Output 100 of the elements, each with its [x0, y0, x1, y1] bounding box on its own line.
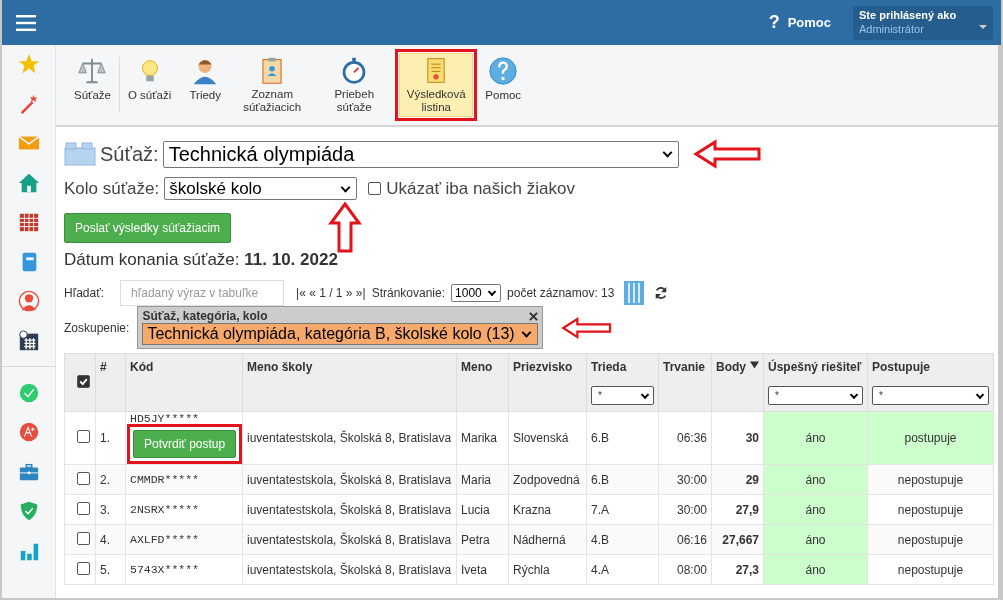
toolbar-button[interactable]: Zoznam súťažiacich: [235, 53, 310, 117]
record-count: počet záznamov: 13: [507, 286, 615, 300]
table-cell: 06:36: [658, 411, 712, 465]
search-field[interactable]: hľadaný výraz v tabuľke: [120, 280, 285, 306]
column-header[interactable]: #: [100, 360, 107, 374]
filter-select[interactable]: *: [872, 386, 989, 405]
toolbar-button[interactable]: Súťaže: [70, 53, 115, 117]
table-cell: iuventatestskola, Školská 8, Bratislava: [242, 411, 457, 465]
table-cell: áno: [763, 464, 868, 495]
table-cell: 29: [711, 464, 764, 495]
code-text: CMMDR*****: [130, 472, 200, 487]
table-cell: iuventatestskola, Školská 8, Bratislava: [242, 494, 457, 525]
user-menu[interactable]: Ste prihlásený ako Administrátor: [853, 5, 993, 40]
table-cell: 30:00: [658, 464, 712, 495]
help-link[interactable]: ? Pomoc: [768, 12, 831, 33]
code-text: AXLFD*****: [130, 532, 200, 547]
round-label: Kolo súťaže:: [64, 178, 160, 199]
person-icon[interactable]: [17, 290, 40, 312]
table-cell: Marika: [456, 411, 509, 465]
code-text: HD5JY*****: [130, 412, 200, 426]
column-header[interactable]: Úspešný riešiteľ: [768, 360, 862, 374]
checkbox-label: Ukázať iba našich žiakov: [386, 178, 575, 199]
paging-label: Stránkovanie:: [371, 286, 446, 300]
filter-select[interactable]: *: [591, 386, 654, 405]
table-cell: 30: [711, 411, 764, 465]
table-cell: 1.: [95, 411, 126, 465]
table-cell: 7.A: [586, 494, 659, 525]
grid-icon[interactable]: [17, 211, 40, 233]
table-cell: 4.B: [586, 524, 659, 555]
pager-nav[interactable]: |« « 1 / 1 » »|: [296, 286, 366, 300]
table-cell: 5.: [95, 554, 126, 585]
code-text: 5743X*****: [130, 562, 200, 577]
grade-icon[interactable]: [17, 421, 40, 443]
table-cell: áno: [763, 554, 868, 585]
competition-date: Dátum konania súťaže: 11. 10. 2022: [64, 250, 339, 270]
column-header[interactable]: Priezvisko: [513, 360, 573, 374]
select-all-checkbox[interactable]: [76, 374, 90, 388]
column-header[interactable]: Body: [716, 360, 746, 374]
toolbar-button[interactable]: O súťaži: [123, 53, 176, 117]
checkbox[interactable]: [368, 182, 382, 195]
column-header[interactable]: Trieda: [591, 360, 627, 374]
table-cell: nepostupuje: [867, 554, 994, 585]
search-label: Hľadať:: [64, 286, 105, 300]
table-cell: áno: [763, 494, 868, 525]
table-cell: Nádherná: [508, 524, 587, 555]
close-icon[interactable]: [528, 311, 538, 321]
table-cell: Rýchla: [508, 554, 587, 585]
table-cell: 3.: [95, 494, 126, 525]
toolbar-button[interactable]: Priebeh súťaže: [317, 53, 392, 117]
calendar-icon[interactable]: [17, 329, 40, 352]
table-cell: áno: [763, 411, 868, 465]
star-icon[interactable]: [17, 53, 40, 75]
table-cell: iuventatestskola, Školská 8, Bratislava: [242, 524, 457, 555]
table-cell: nepostupuje: [867, 494, 994, 525]
table-cell: iuventatestskola, Školská 8, Bratislava: [242, 554, 457, 585]
table-cell: iuventatestskola, Školská 8, Bratislava: [242, 464, 457, 495]
table-cell: Zodpovedná: [508, 464, 587, 495]
menu-icon[interactable]: [16, 14, 36, 31]
scales-icon: [77, 56, 108, 86]
competition-select[interactable]: Technická olympiáda: [162, 140, 679, 168]
sort-icon[interactable]: [750, 361, 759, 369]
column-header[interactable]: Postupuje: [872, 360, 930, 374]
grouping-select[interactable]: Technická olympiáda, kategória B, školské kolo (13): [142, 323, 538, 345]
table-cell: nepostupuje: [867, 464, 994, 495]
grouping-caption: Súťaž, kategória, kolo: [142, 309, 268, 323]
table-cell: 6.B: [586, 411, 659, 465]
column-header[interactable]: Meno školy: [247, 360, 313, 374]
table-cell: Slovenská: [508, 411, 587, 465]
table-cell: áno: [763, 524, 868, 555]
filter-select[interactable]: *: [768, 386, 863, 405]
column-header[interactable]: Trvanie: [663, 360, 706, 374]
grouping-label: Zoskupenie:: [64, 320, 130, 335]
toolbar-button[interactable]: Triedy: [183, 53, 228, 117]
column-header[interactable]: Meno: [461, 360, 493, 374]
home-icon[interactable]: [17, 171, 40, 194]
row-checkbox[interactable]: [76, 531, 90, 545]
table-cell: 27,667: [711, 524, 764, 555]
code-text: 2NSRX*****: [130, 502, 200, 517]
folder-icon: [64, 142, 96, 166]
table-cell: Petra: [456, 524, 509, 555]
table-cell: 08:00: [658, 554, 712, 585]
toolbar-button[interactable]: Výsledková listina: [399, 53, 474, 117]
competition-label: Súťaž:: [100, 142, 159, 166]
row-checkbox[interactable]: [76, 501, 90, 515]
check-icon[interactable]: [17, 381, 40, 404]
table-cell: nepostupuje: [867, 524, 994, 555]
row-checkbox[interactable]: [76, 471, 90, 485]
round-select[interactable]: školské kolo: [164, 177, 358, 200]
row-checkbox[interactable]: [76, 430, 90, 443]
column-header[interactable]: Kód: [130, 360, 154, 374]
refresh-icon[interactable]: [654, 286, 669, 300]
table-cell: Maria: [456, 464, 509, 495]
table-cell: 4.A: [586, 554, 659, 585]
table-cell: Iveta: [456, 554, 509, 585]
toolbar-button[interactable]: Pomoc: [481, 53, 526, 117]
table-cell: 30:00: [658, 494, 712, 525]
table-cell: postupuje: [867, 411, 994, 465]
row-checkbox[interactable]: [76, 561, 90, 575]
paging-select[interactable]: 1000: [451, 284, 502, 302]
table-cell: 27,3: [711, 554, 764, 585]
